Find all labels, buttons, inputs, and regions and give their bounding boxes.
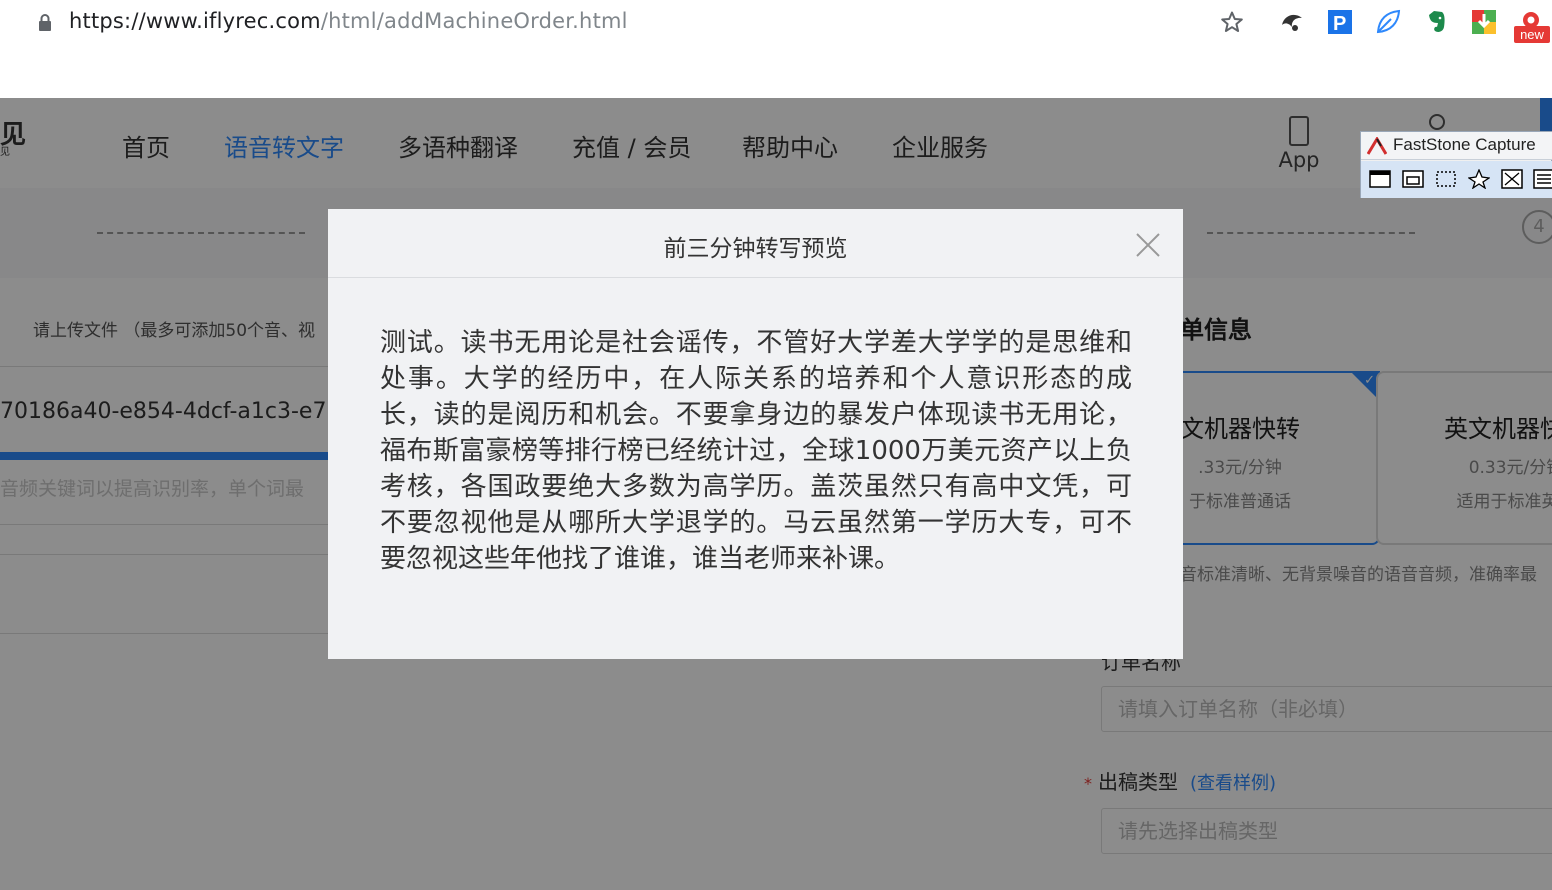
capture-freehand-icon[interactable]	[1468, 169, 1490, 189]
url-text[interactable]: https://www.iflyrec.com/html/addMachineO…	[69, 9, 628, 33]
capture-fullscreen-icon[interactable]	[1501, 169, 1523, 189]
address-bar[interactable]: https://www.iflyrec.com/html/addMachineO…	[0, 0, 1200, 46]
dialog-title: 前三分钟转写预览	[663, 236, 848, 262]
leaf-icon[interactable]	[1374, 8, 1402, 36]
blue-moon-icon[interactable]	[1278, 8, 1306, 36]
capture-scroll-icon[interactable]	[1533, 169, 1552, 189]
faststone-titlebar[interactable]: FastStone Capture	[1361, 132, 1552, 160]
svg-text:P: P	[1333, 13, 1346, 35]
close-icon[interactable]	[1134, 231, 1162, 259]
faststone-title: FastStone Capture	[1393, 135, 1536, 154]
star-icon[interactable]	[1218, 8, 1246, 36]
capture-object-icon[interactable]	[1402, 169, 1424, 189]
download-icon[interactable]	[1470, 8, 1498, 36]
dialog-header: 前三分钟转写预览	[328, 209, 1183, 278]
faststone-logo-icon	[1367, 137, 1387, 155]
capture-rect-icon[interactable]	[1435, 169, 1457, 189]
new-badge: new	[1514, 26, 1550, 43]
p-icon[interactable]: P	[1326, 8, 1354, 36]
url-path: /html/addMachineOrder.html	[320, 9, 628, 33]
lock-icon	[39, 14, 51, 31]
faststone-tools	[1361, 161, 1552, 198]
transcript-preview-text: 测试。读书无用论是社会谣传，不管好大学差大学学的是思维和处事。大学的经历中，在人…	[380, 328, 1132, 574]
evernote-icon[interactable]	[1422, 8, 1450, 36]
capture-window-icon[interactable]	[1369, 169, 1391, 189]
url-host: https://www.iflyrec.com	[69, 9, 321, 33]
faststone-capture-toolbar[interactable]: FastStone Capture	[1360, 131, 1552, 198]
browser-chrome: https://www.iflyrec.com/html/addMachineO…	[0, 0, 1552, 98]
preview-dialog: 前三分钟转写预览 测试。读书无用论是社会谣传，不管好大学差大学学的是思维和处事。…	[328, 209, 1183, 659]
